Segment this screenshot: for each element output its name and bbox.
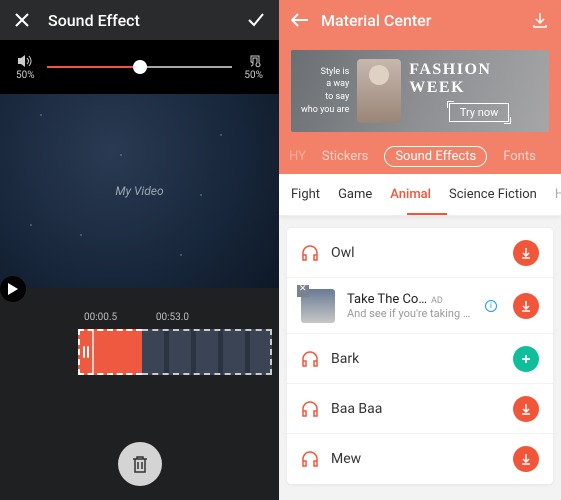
tab-fight[interactable]: Fight [291, 187, 320, 202]
ad-title: Take The Co… [347, 292, 427, 307]
mixer-slider[interactable] [47, 55, 233, 79]
tab-more[interactable]: H [555, 187, 561, 202]
editor-title: Sound Effect [48, 11, 247, 30]
download-all-icon[interactable] [531, 11, 549, 29]
original-audio-end: 50% [16, 54, 35, 81]
video-watermark: My Video [115, 184, 163, 198]
ad-thumb [301, 289, 335, 323]
sound-label: Mew [331, 451, 501, 467]
banner-area: Style is a way to say who you are FASHIO… [279, 40, 561, 150]
timeline: 00:00.5 00:53.0 [0, 312, 279, 412]
category-tabs: HY Stickers Sound Effects Fonts [279, 138, 561, 174]
original-pct: 50% [16, 70, 35, 81]
banner-slogan: Style is a way to say who you are [301, 66, 349, 116]
ad-tag: AD [431, 296, 443, 306]
ad-info-icon[interactable]: i [485, 300, 497, 312]
banner-cta[interactable]: Try now [449, 103, 510, 122]
end-time: 00:53.0 [156, 312, 189, 323]
headphones-icon [301, 245, 319, 261]
tab-game[interactable]: Game [338, 187, 372, 202]
sound-label: Baa Baa [331, 401, 501, 417]
category-stickers[interactable]: Stickers [322, 149, 368, 164]
fashion-banner[interactable]: Style is a way to say who you are FASHIO… [291, 50, 549, 132]
tab-indicator [407, 213, 447, 215]
list-item[interactable]: Bark [287, 334, 553, 384]
editor-header: Sound Effect [0, 0, 279, 40]
cut-time: 00:00.5 [84, 312, 117, 323]
list-item[interactable]: Mew [287, 434, 553, 484]
music-note-icon [247, 54, 261, 68]
banner-headline: FASHION WEEK [409, 61, 549, 97]
delete-button[interactable] [118, 442, 162, 486]
headphones-icon [301, 351, 319, 367]
play-button[interactable] [0, 276, 26, 302]
ad-subtitle: And see if you're taking the right F… [347, 307, 473, 320]
headphones-icon [301, 401, 319, 417]
editor-pane: Sound Effect 50% 50% My Video [0, 0, 279, 500]
headphones-icon [301, 451, 319, 467]
list-item[interactable]: Owl [287, 228, 553, 278]
ad-row[interactable]: Take The Co… AD And see if you're taking … [287, 278, 553, 334]
material-center-pane: Material Center Style is a way to say wh… [279, 0, 561, 500]
sound-label: Owl [331, 245, 501, 261]
banner-model-image [357, 59, 401, 123]
download-button[interactable] [513, 446, 539, 472]
download-button[interactable] [513, 396, 539, 422]
effect-audio-end: 50% [244, 54, 263, 81]
audio-mixer: 50% 50% [0, 40, 279, 94]
add-button[interactable] [513, 346, 539, 372]
confirm-icon[interactable] [247, 11, 265, 29]
sound-list: Owl Take The Co… AD And see if you're tak… [279, 216, 561, 500]
clip-handle-left[interactable] [80, 331, 94, 373]
sound-label: Bark [331, 351, 501, 367]
mc-header: Material Center [279, 0, 561, 40]
category-hy[interactable]: HY [289, 149, 306, 164]
list-item[interactable]: Baa Baa [287, 384, 553, 434]
download-button[interactable] [513, 293, 539, 319]
tab-scifi[interactable]: Science Fiction [449, 187, 537, 202]
tab-animal[interactable]: Animal [390, 187, 431, 202]
download-button[interactable] [513, 240, 539, 266]
back-icon[interactable] [291, 13, 309, 27]
category-fonts[interactable]: Fonts [503, 149, 536, 164]
video-preview[interactable]: My Video [0, 94, 279, 288]
subcategory-tabs: Fight Game Animal Science Fiction H [279, 174, 561, 216]
close-icon[interactable] [14, 12, 30, 28]
mc-title: Material Center [321, 11, 519, 30]
speaker-icon [17, 54, 33, 68]
sound-clip[interactable] [78, 329, 142, 375]
category-sound-effects[interactable]: Sound Effects [384, 146, 487, 167]
video-clip[interactable] [142, 329, 272, 375]
effect-pct: 50% [244, 70, 263, 81]
